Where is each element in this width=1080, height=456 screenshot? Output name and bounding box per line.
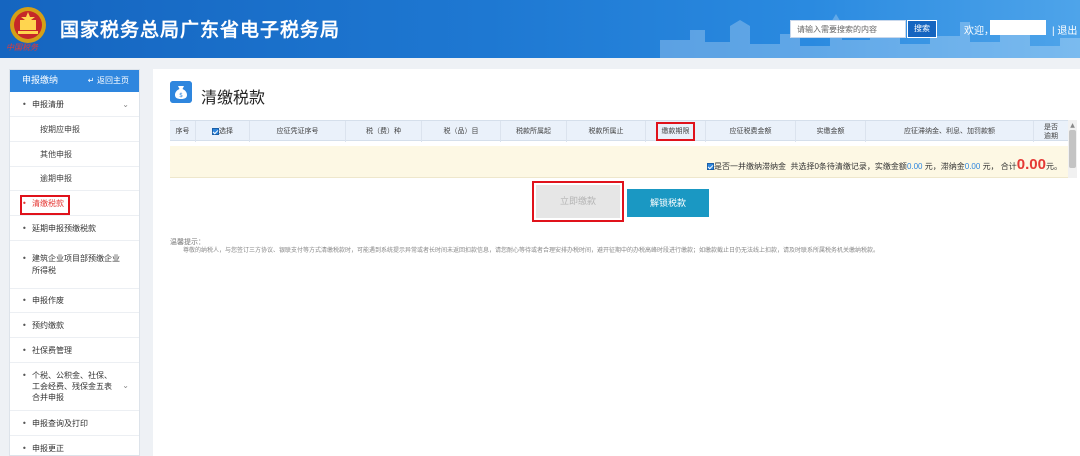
sidebar-item-social[interactable]: • 社保费管理 xyxy=(10,338,139,363)
col-header: 应征凭证序号 xyxy=(250,121,346,142)
tax-emblem-icon xyxy=(10,7,46,43)
bullet-icon: • xyxy=(22,224,27,233)
sidebar-item-correct[interactable]: • 申报更正 xyxy=(10,436,139,456)
col-header-select[interactable]: 选择 xyxy=(196,121,250,142)
sidebar-item-appointment[interactable]: • 预约缴款 xyxy=(10,313,139,338)
main-panel: $ 清缴税款 序号 选择 应征凭证序号 税（费）种 税（品）目 税款所属起 税款… xyxy=(153,69,1080,456)
summary-text: 是否一并缴纳滞纳金 共选择0条待清缴记录，实缴金额0.00 元，滞纳金0.00 … xyxy=(707,156,1062,173)
summary-yuan: 元。 xyxy=(1046,162,1062,171)
chevron-down-icon[interactable]: ⌄ xyxy=(122,92,129,117)
late-fee-label: 是否一并缴纳滞纳金 xyxy=(714,162,787,171)
tip-body: 尊敬的纳税人，与您签订三方协议、银联支付等方式清缴税款时，可能遇到系统提示异常或… xyxy=(183,248,880,254)
bullet-icon: • xyxy=(22,444,27,453)
search-button[interactable]: 搜索 xyxy=(907,20,937,38)
summary-yuan: 元， xyxy=(982,162,999,171)
sidebar-item-label: 申报作废 xyxy=(32,296,64,305)
username-field xyxy=(990,20,1046,35)
col-header: 税（费）种 xyxy=(346,121,422,142)
sidebar-item-label: 个税、公积金、社保、工会经费、残保金五表合并申报 xyxy=(32,371,112,402)
svg-text:$: $ xyxy=(179,92,183,99)
summary-yuan: 元，滞纳金 xyxy=(924,162,965,171)
total-amount: 0.00 xyxy=(1016,156,1046,173)
col-header: 应征滞纳金、利息、加罚款额 xyxy=(866,121,1034,142)
sidebar-item-combined[interactable]: • 个税、公积金、社保、工会经费、残保金五表合并申报 ⌄ xyxy=(10,363,139,411)
sidebar-item-label: 建筑企业项目部预缴企业所得税 xyxy=(32,254,120,275)
emblem-caption: 中国税务 xyxy=(6,43,38,52)
scroll-thumb[interactable] xyxy=(1069,130,1076,168)
bullet-icon: • xyxy=(22,419,27,428)
bullet-icon: • xyxy=(22,321,27,330)
summary-count: 共选择0条待清缴记录，实缴金额 xyxy=(790,162,907,171)
table-header: 序号 选择 应征凭证序号 税（费）种 税（品）目 税款所属起 税款所属止 缴款期… xyxy=(170,120,1068,142)
col-header: 实缴金额 xyxy=(796,121,866,142)
highlight-box xyxy=(656,122,695,141)
col-header: 应征税费金额 xyxy=(706,121,796,142)
sidebar: 申报缴纳 ↵ 返回主页 • 申报清册 ⌄ 按期应申报 其他申报 逾期申报 • 清… xyxy=(9,69,140,456)
late-fee-checkbox[interactable] xyxy=(707,163,715,171)
bullet-icon: • xyxy=(22,100,27,109)
col-header: 序号 xyxy=(170,121,196,142)
sidebar-item-label: 申报更正 xyxy=(32,444,64,453)
summary-bar: 是否一并缴纳滞纳金 共选择0条待清缴记录，实缴金额0.00 元，滞纳金0.00 … xyxy=(170,146,1068,178)
highlight-box xyxy=(20,195,70,215)
sidebar-title: 申报缴纳 xyxy=(22,76,59,86)
sidebar-item-construction[interactable]: • 建筑企业项目部预缴企业所得税 xyxy=(10,241,139,289)
bullet-icon: • xyxy=(22,254,27,263)
logout-link[interactable]: | 退出 xyxy=(1052,22,1077,37)
home-link[interactable]: ↵ 返回主页 xyxy=(88,70,129,92)
sidebar-item-overdue[interactable]: 逾期申报 xyxy=(10,167,139,191)
sidebar-item-label: 预约缴款 xyxy=(32,321,64,330)
late-fee-amount: 0.00 xyxy=(964,162,981,171)
sidebar-item-void[interactable]: • 申报作废 xyxy=(10,289,139,313)
sidebar-header: 申报缴纳 ↵ 返回主页 xyxy=(10,70,139,92)
paid-amount: 0.00 xyxy=(906,162,923,171)
vertical-scrollbar[interactable]: ▲ xyxy=(1068,120,1077,178)
site-title: 国家税务总局广东省电子税务局 xyxy=(60,19,341,41)
col-header: 是否逾期 xyxy=(1044,124,1058,140)
scroll-up-icon[interactable]: ▲ xyxy=(1068,122,1077,129)
sidebar-item-deferred[interactable]: • 延期申报预缴税款 xyxy=(10,216,139,241)
sidebar-item-periodic[interactable]: 按期应申报 xyxy=(10,117,139,142)
logout-label[interactable]: 退出 xyxy=(1057,26,1077,37)
sidebar-item-declaration-list[interactable]: • 申报清册 ⌄ xyxy=(10,92,139,117)
bullet-icon: • xyxy=(22,296,27,305)
col-header: 税款所属止 xyxy=(567,121,646,142)
money-bag-icon: $ xyxy=(170,81,192,103)
sidebar-item-label: 其他申报 xyxy=(40,150,72,159)
search-input[interactable]: 请输入需要搜索的内容 xyxy=(790,20,906,38)
page-title: 清缴税款 xyxy=(201,88,266,107)
sidebar-item-label: 申报查询及打印 xyxy=(32,419,88,428)
sidebar-item-label: 延期申报预缴税款 xyxy=(32,224,96,233)
bullet-icon: • xyxy=(22,371,27,380)
col-header: 税（品）目 xyxy=(422,121,501,142)
sidebar-item-label: 按期应申报 xyxy=(40,125,80,134)
home-link-label[interactable]: 返回主页 xyxy=(97,76,129,85)
unlock-tax-button[interactable]: 解锁税款 xyxy=(627,189,709,217)
sidebar-item-label: 社保费管理 xyxy=(32,346,72,355)
chevron-down-icon[interactable]: ⌄ xyxy=(122,380,129,391)
bullet-icon: • xyxy=(22,346,27,355)
col-header: 选择 xyxy=(219,128,233,135)
sidebar-item-label: 申报清册 xyxy=(32,100,64,109)
checkbox-icon[interactable] xyxy=(212,127,219,135)
top-header: 中国税务 国家税务总局广东省电子税务局 请输入需要搜索的内容 搜索 欢迎， | … xyxy=(0,0,1080,58)
highlight-box xyxy=(532,181,624,222)
col-header: 税款所属起 xyxy=(501,121,567,142)
separator: | xyxy=(1052,26,1055,37)
sidebar-item-query[interactable]: • 申报查询及打印 xyxy=(10,411,139,436)
total-label: 合计 xyxy=(1000,162,1017,171)
sidebar-item-label: 逾期申报 xyxy=(40,174,72,183)
sidebar-item-other[interactable]: 其他申报 xyxy=(10,142,139,167)
